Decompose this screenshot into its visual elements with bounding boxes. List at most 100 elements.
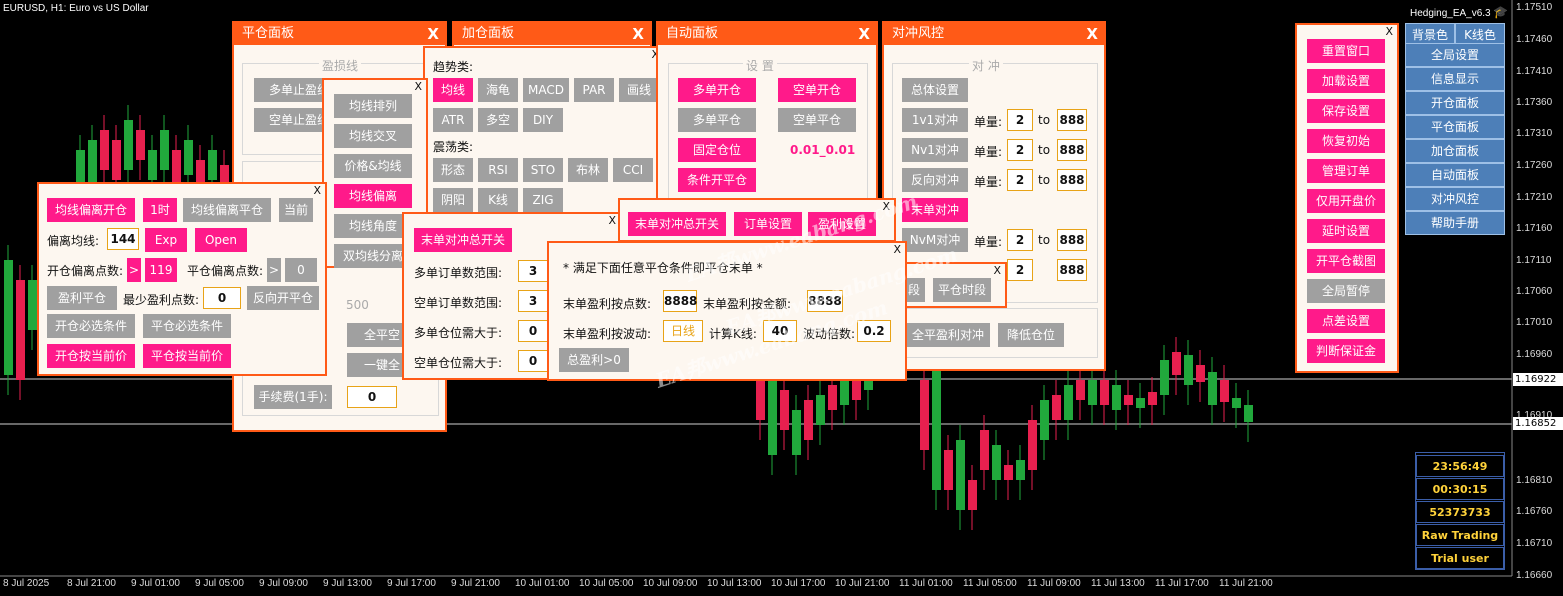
side-menu-item[interactable]: 对冲风控	[1405, 187, 1505, 211]
close-icon[interactable]: X	[427, 23, 439, 45]
ma-cross-button[interactable]: 均线交叉	[334, 124, 412, 148]
close-cond-button[interactable]: 平仓必选条件	[143, 314, 231, 338]
trend-macd-button[interactable]: MACD	[523, 78, 569, 102]
side-menu-item[interactable]: 自动面板	[1405, 163, 1505, 187]
profit-pts-input[interactable]: 8888	[663, 290, 697, 312]
multi-open-button[interactable]: 多单开仓	[678, 78, 756, 102]
trend-draw-button[interactable]: 画线	[619, 78, 659, 102]
dev-ma-input[interactable]: 144	[107, 228, 139, 250]
hedge-nv1-button[interactable]: Nv1对冲	[902, 138, 968, 162]
min-profit-input[interactable]: 0	[203, 287, 241, 309]
hedge-nvm-from[interactable]: 2	[1007, 229, 1033, 251]
right-menu-item[interactable]: 全局暂停	[1307, 279, 1385, 303]
tail-switch-button[interactable]: 末单对冲总开关	[414, 228, 512, 252]
reduce-position-button[interactable]: 降低仓位	[998, 323, 1064, 347]
trend-ma-button[interactable]: 均线	[433, 78, 473, 102]
current-button[interactable]: 当前	[279, 198, 313, 222]
close-panel-header[interactable]: 平仓面板 X	[234, 23, 445, 45]
right-menu-item[interactable]: 加载设置	[1307, 69, 1385, 93]
multi-close-button[interactable]: 多单平仓	[678, 108, 756, 132]
side-menu-item[interactable]: 开仓面板	[1405, 91, 1505, 115]
auto-panel-header[interactable]: 自动面板 X	[658, 23, 876, 45]
fee-input[interactable]: 0	[347, 386, 397, 408]
osc-boll-button[interactable]: 布林	[568, 158, 608, 182]
close-icon[interactable]: X	[313, 184, 321, 197]
open-cond-button[interactable]: 开仓必选条件	[47, 314, 135, 338]
side-menu-item[interactable]: 平仓面板	[1405, 115, 1505, 139]
close-now-button[interactable]: 平仓按当前价	[143, 344, 231, 368]
timeframe-1h-button[interactable]: 1时	[143, 198, 177, 222]
hedge-panel-header[interactable]: 对冲风控 X	[884, 23, 1104, 45]
ma-arrange-button[interactable]: 均线排列	[334, 94, 412, 118]
exp-button[interactable]: Exp	[145, 228, 187, 252]
hedge-1v1-from[interactable]: 2	[1007, 109, 1033, 131]
hedge-reverse-from[interactable]: 2	[1007, 169, 1033, 191]
ma-angle-button[interactable]: 均线角度	[334, 214, 412, 238]
close-icon[interactable]: X	[608, 214, 616, 227]
hedge-all-settings-button[interactable]: 总体设置	[902, 78, 968, 102]
osc-yinyang-button[interactable]: 阴阳	[433, 188, 473, 212]
open-op-button[interactable]: >	[127, 258, 141, 282]
right-menu-item[interactable]: 点差设置	[1307, 309, 1385, 333]
empty-close-button[interactable]: 空单平仓	[778, 108, 856, 132]
hedge-nvm-to[interactable]: 888	[1057, 229, 1087, 251]
hedge-row5-from[interactable]: 2	[1007, 259, 1033, 281]
fixed-lot-button[interactable]: 固定仓位	[678, 138, 756, 162]
osc-zig-button[interactable]: ZIG	[523, 188, 563, 212]
total-profit-button[interactable]: 总盈利>0	[559, 348, 629, 372]
profit-close-button[interactable]: 盈利平仓	[47, 286, 117, 310]
ma-deviation-button[interactable]: 均线偏离	[334, 184, 412, 208]
hedge-reverse-to[interactable]: 888	[1057, 169, 1087, 191]
hedge-row5-to[interactable]: 888	[1057, 259, 1087, 281]
profit-wave-select[interactable]: 日线	[663, 320, 703, 342]
side-menu-item[interactable]: 帮助手册	[1405, 211, 1505, 235]
add-panel-header[interactable]: 加仓面板 X	[454, 23, 650, 45]
close-icon[interactable]: X	[858, 23, 870, 45]
reverse-open-close-button[interactable]: 反向开平仓	[247, 286, 319, 310]
side-menu-item[interactable]: 信息显示	[1405, 67, 1505, 91]
trend-atr-button[interactable]: ATR	[433, 108, 473, 132]
hedge-1v1-button[interactable]: 1v1对冲	[902, 108, 968, 132]
side-menu-item[interactable]: 加仓面板	[1405, 139, 1505, 163]
osc-rsi-button[interactable]: RSI	[478, 158, 518, 182]
hedge-nv1-from[interactable]: 2	[1007, 139, 1033, 161]
price-ma-button[interactable]: 价格&均线	[334, 154, 412, 178]
open-now-button[interactable]: 开仓按当前价	[47, 344, 135, 368]
osc-pattern-button[interactable]: 形态	[433, 158, 473, 182]
empty-lot-input[interactable]: 0	[518, 350, 548, 372]
ma-dev-open-button[interactable]: 均线偏离开仓	[47, 198, 135, 222]
close-pts-input[interactable]: 0	[285, 258, 317, 282]
cond-open-close-button[interactable]: 条件开平仓	[678, 168, 756, 192]
osc-cci-button[interactable]: CCI	[613, 158, 653, 182]
empty-range-input[interactable]: 3	[518, 290, 548, 312]
open-pts-input[interactable]: 119	[145, 258, 177, 282]
tail-switch-2-button[interactable]: 末单对冲总开关	[628, 212, 726, 236]
right-menu-item[interactable]: 恢复初始	[1307, 129, 1385, 153]
trend-par-button[interactable]: PAR	[574, 78, 614, 102]
right-menu-item[interactable]: 仅用开盘价	[1307, 189, 1385, 213]
right-menu-item[interactable]: 判断保证金	[1307, 339, 1385, 363]
hedge-1v1-to[interactable]: 888	[1057, 109, 1087, 131]
empty-open-button[interactable]: 空单开仓	[778, 78, 856, 102]
right-menu-item[interactable]: 延时设置	[1307, 219, 1385, 243]
right-menu-item[interactable]: 重置窗口	[1307, 39, 1385, 63]
trend-diy-button[interactable]: DIY	[523, 108, 563, 132]
osc-kline-button[interactable]: K线	[478, 188, 518, 212]
close-time-slot-button[interactable]: 平仓时段	[933, 278, 991, 302]
hedge-nv1-to[interactable]: 888	[1057, 139, 1087, 161]
close-icon[interactable]: X	[414, 80, 422, 93]
right-menu-item[interactable]: 开平仓截图	[1307, 249, 1385, 273]
trend-longshort-button[interactable]: 多空	[478, 108, 518, 132]
full-profit-hedge-button[interactable]: 全平盈利对冲	[906, 323, 990, 347]
multi-lot-input[interactable]: 0	[518, 320, 548, 342]
trend-turtle-button[interactable]: 海龟	[478, 78, 518, 102]
close-op-button[interactable]: >	[267, 258, 281, 282]
close-icon[interactable]: X	[632, 23, 644, 45]
right-menu-item[interactable]: 管理订单	[1307, 159, 1385, 183]
dual-ma-sep-button[interactable]: 双均线分离	[334, 244, 412, 268]
right-menu-item[interactable]: 保存设置	[1307, 99, 1385, 123]
side-menu-item[interactable]: 全局设置	[1405, 43, 1505, 67]
close-icon[interactable]: X	[1086, 23, 1098, 45]
osc-sto-button[interactable]: STO	[523, 158, 563, 182]
open-price-button[interactable]: Open	[195, 228, 247, 252]
